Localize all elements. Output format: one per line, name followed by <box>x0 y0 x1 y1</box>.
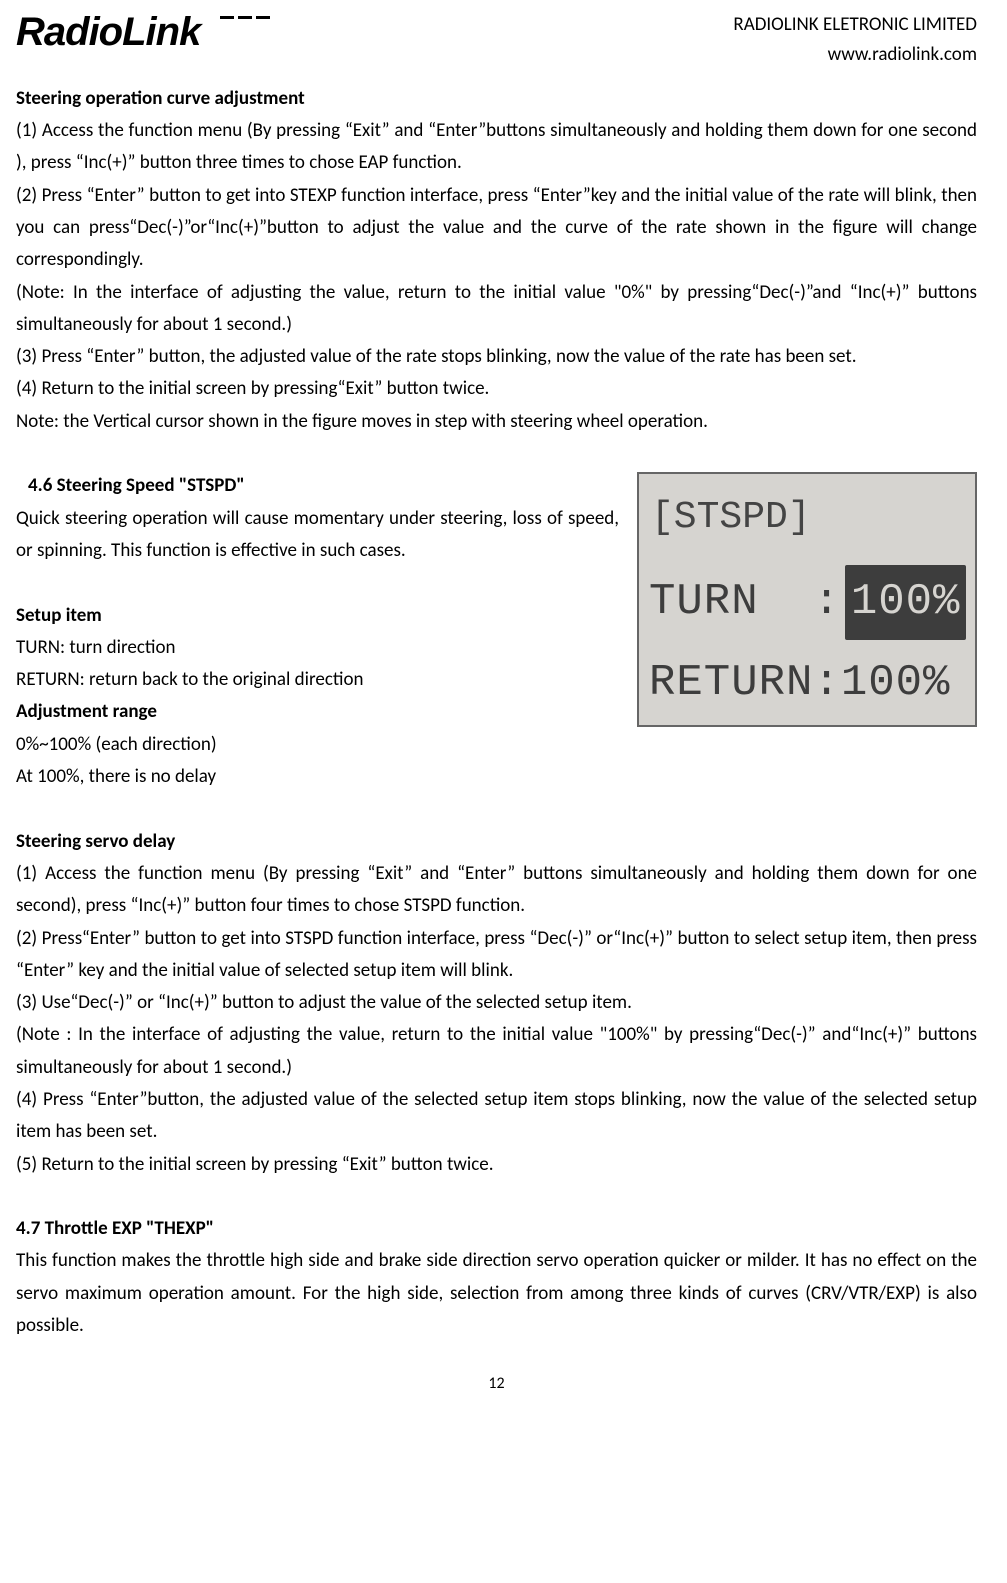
section-title-2: 4.6 Steering Speed "STSPD" <box>28 474 245 497</box>
radiolink-logo-icon: RadioLink <box>16 10 276 56</box>
s3-p2: (2) Press“Enter” button to get into STSP… <box>16 923 977 988</box>
s1-p5: (4) Return to the initial screen by pres… <box>16 373 977 405</box>
s3-p6: (5) Return to the initial screen by pres… <box>16 1149 977 1181</box>
s1-p6: Note: the Vertical cursor shown in the f… <box>16 406 977 438</box>
adj-range-2: At 100%, there is no delay <box>16 761 977 793</box>
stspd-display: [STSPD] TURN : 100% RETURN: 100% <box>637 472 977 727</box>
page-number: 12 <box>16 1370 977 1397</box>
document-content: Steering operation curve adjustment (1) … <box>16 83 977 1343</box>
section-title-4: 4.7 Throttle EXP "THEXP" <box>16 1217 214 1240</box>
s1-p1: (1) Access the function menu (By pressin… <box>16 115 977 180</box>
display-title: [STSPD] <box>647 486 967 551</box>
company-name: RADIOLINK ELETRONIC LIMITED <box>733 10 977 40</box>
s3-p5: (4) Press “Enter”button, the adjusted va… <box>16 1084 977 1149</box>
s1-p3: (Note: In the interface of adjusting the… <box>16 277 977 342</box>
display-return-line: RETURN: 100% <box>647 646 967 721</box>
display-turn-label: TURN : <box>649 565 841 640</box>
setup-item-label: Setup item <box>16 604 102 627</box>
svg-text:RadioLink: RadioLink <box>16 10 203 54</box>
section-title-3: Steering servo delay <box>16 830 175 853</box>
page-header: RadioLink RADIOLINK ELETRONIC LIMITED ww… <box>16 10 977 71</box>
website: www.radiolink.com <box>733 40 977 70</box>
header-right: RADIOLINK ELETRONIC LIMITED www.radiolin… <box>733 10 977 71</box>
s4-p1: This function makes the throttle high si… <box>16 1245 977 1342</box>
adj-range-label: Adjustment range <box>16 700 157 723</box>
display-return-label: RETURN: <box>649 646 841 721</box>
display-turn-value: 100% <box>845 565 967 640</box>
s3-p3: (3) Use“Dec(-)” or “Inc(+)” button to ad… <box>16 987 977 1019</box>
s1-p2: (2) Press “Enter” button to get into STE… <box>16 180 977 277</box>
s1-p4: (3) Press “Enter” button, the adjusted v… <box>16 341 977 373</box>
s3-p1: (1) Access the function menu (By pressin… <box>16 858 977 923</box>
display-turn-line: TURN : 100% <box>647 565 967 640</box>
section-title-1: Steering operation curve adjustment <box>16 87 305 110</box>
display-return-value: 100% <box>841 646 951 721</box>
s3-p4: (Note : In the interface of adjusting th… <box>16 1019 977 1084</box>
logo: RadioLink <box>16 10 276 56</box>
